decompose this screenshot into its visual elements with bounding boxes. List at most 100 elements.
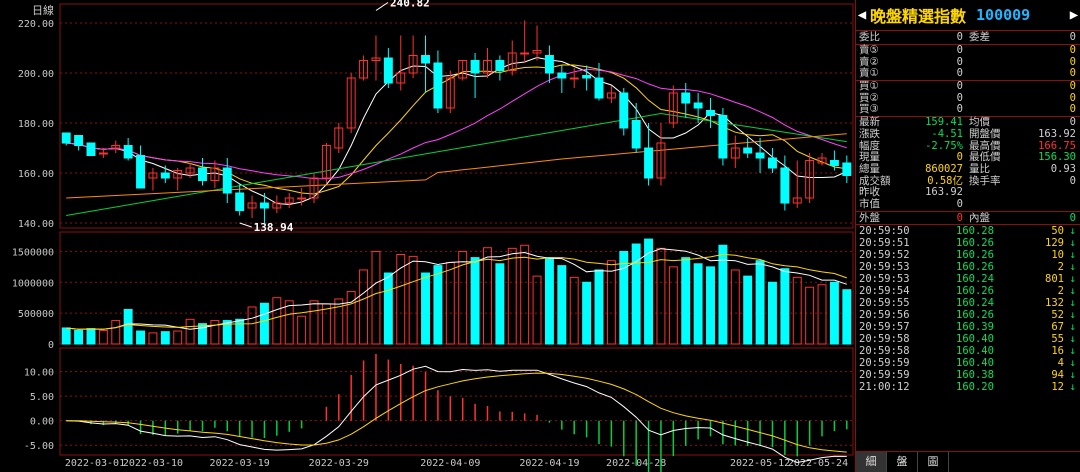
candle-body bbox=[433, 62, 443, 109]
tick-price: 160.38 bbox=[956, 368, 994, 381]
candle-body bbox=[86, 142, 96, 156]
tick-row: 20:59:59 160.38 94 ↓ bbox=[856, 369, 1080, 381]
chart-panel-frame bbox=[59, 347, 854, 456]
date-tick-label: 2022-03-29 bbox=[309, 458, 369, 469]
date-tick-label: 2022-04-19 bbox=[519, 458, 579, 469]
tick-time: 20:59:52 bbox=[859, 248, 910, 261]
tick-row: 20:59:58 160.40 55 ↓ bbox=[856, 333, 1080, 345]
next-arrow-icon[interactable]: ▶ bbox=[1068, 7, 1080, 23]
book-price: 0 bbox=[956, 103, 963, 116]
tick-row: 20:59:57 160.39 67 ↓ bbox=[856, 321, 1080, 333]
down-arrow-icon: ↓ bbox=[1069, 308, 1076, 321]
candle-body bbox=[61, 132, 71, 144]
candle-body bbox=[544, 55, 554, 74]
volume-bar bbox=[755, 260, 765, 345]
order-book: 賣⑤ 0 0 賣② 0 0 賣① 0 0 買① 0 0 買② 0 0 買③ 0 0 bbox=[856, 44, 1080, 116]
tick-volume: 16 bbox=[1051, 344, 1064, 357]
stat-row: 總量 860027 量比 0.93 bbox=[856, 162, 1080, 176]
tick-volume: 4 bbox=[1057, 356, 1064, 369]
tick-row: 20:59:52 160.26 10 ↓ bbox=[856, 249, 1080, 261]
volume-bar bbox=[173, 330, 183, 345]
tick-price: 160.20 bbox=[956, 380, 994, 393]
tick-row: 20:59:59 160.40 4 ↓ bbox=[856, 357, 1080, 369]
tab-chart[interactable]: 圖 bbox=[918, 452, 949, 472]
kline-chart-area[interactable]: 220.00 200.00 180.00 160.00 140.00 日線 1500000 1… bbox=[0, 0, 855, 472]
ma5-line bbox=[66, 56, 848, 206]
volume-bar bbox=[656, 247, 666, 345]
order-book-row: 買③ 0 0 bbox=[856, 104, 1080, 116]
tick-price: 160.26 bbox=[956, 284, 994, 297]
macd-tick-label: -5.00 bbox=[24, 441, 54, 452]
volume-bar bbox=[557, 265, 567, 345]
volume-bar bbox=[421, 272, 430, 345]
tick-time: 20:59:58 bbox=[859, 332, 910, 345]
tick-row: 20:59:51 160.26 129 ↓ bbox=[856, 237, 1080, 249]
candle-body bbox=[706, 110, 715, 116]
volume-bar bbox=[309, 300, 319, 345]
quote-panel: ◀ 晚盤精選指數 100009 ▶ 委比 0 委差 0 賣⑤ 0 0 賣② 0 0 賣① 0 0… bbox=[855, 0, 1080, 472]
stat-value: 860027 bbox=[925, 162, 963, 175]
candle-body bbox=[631, 120, 641, 149]
price-tick-label: 220.00 bbox=[18, 19, 54, 30]
candle-body bbox=[495, 60, 505, 71]
tick-row: 20:59:58 160.40 16 ↓ bbox=[856, 345, 1080, 357]
stat-value: 0 bbox=[1069, 174, 1076, 187]
tick-volume: 52 bbox=[1051, 308, 1064, 321]
down-arrow-icon: ↓ bbox=[1069, 284, 1076, 297]
tick-time: 21:00:12 bbox=[859, 380, 910, 393]
tick-price: 160.40 bbox=[956, 344, 994, 357]
volume-bar bbox=[483, 247, 492, 345]
price-tick-label: 180.00 bbox=[18, 119, 54, 130]
tick-price: 160.40 bbox=[956, 332, 994, 345]
book-volume: 0 bbox=[1069, 103, 1076, 116]
ma30-line bbox=[66, 112, 847, 216]
tick-row: 21:00:12 160.20 12 ↓ bbox=[856, 381, 1080, 393]
candle-body bbox=[198, 167, 207, 181]
tick-price: 160.26 bbox=[956, 308, 994, 321]
tick-time: 20:59:53 bbox=[859, 260, 910, 273]
volume-bar bbox=[136, 330, 146, 345]
index-code: 100009 bbox=[976, 6, 1031, 24]
order-book-row: 買① 0 0 bbox=[856, 80, 1080, 93]
tab-book[interactable]: 盤 bbox=[887, 452, 918, 472]
index-title: 晚盤精選指數 bbox=[870, 7, 967, 26]
tick-volume: 129 bbox=[1045, 236, 1064, 249]
candle-body bbox=[718, 115, 728, 159]
volume-bar bbox=[681, 257, 691, 345]
candle-body bbox=[297, 197, 307, 200]
price-tick-label: 140.00 bbox=[18, 219, 54, 230]
tick-list[interactable]: 20:59:50 160.28 50 ↓ 20:59:51 160.26 129 ↓ 20:59… bbox=[856, 223, 1080, 393]
tick-volume: 50 bbox=[1051, 224, 1064, 237]
tick-time: 20:59:58 bbox=[859, 344, 910, 357]
stat-label: 開盤價 bbox=[969, 127, 1001, 140]
macd-tick-label: 5.00 bbox=[30, 392, 54, 403]
volume-bar bbox=[495, 263, 505, 345]
tick-time: 20:59:50 bbox=[859, 224, 910, 237]
volume-bar bbox=[606, 260, 616, 345]
volume-bar bbox=[520, 244, 530, 345]
volume-tick-label: 500000 bbox=[18, 309, 54, 320]
tab-detail[interactable]: 細 bbox=[856, 452, 887, 472]
volume-tick-label: 1500000 bbox=[12, 247, 54, 258]
volume-bar bbox=[805, 286, 815, 345]
down-arrow-icon: ↓ bbox=[1069, 368, 1076, 381]
min-pointer bbox=[239, 222, 252, 228]
candle-body bbox=[557, 72, 567, 79]
book-volume: 0 bbox=[1069, 67, 1076, 80]
price-tick-label: 200.00 bbox=[18, 69, 54, 80]
macd-tick-label: 10.00 bbox=[24, 368, 54, 379]
date-tick-label: 2022-03-01 bbox=[65, 458, 125, 469]
kline-chart[interactable]: 220.00 200.00 180.00 160.00 140.00 日線 1500000 1… bbox=[0, 0, 855, 472]
tick-price: 160.26 bbox=[956, 260, 994, 273]
stat-value: 163.92 bbox=[1038, 127, 1076, 140]
volume-tick-label: 1000000 bbox=[12, 278, 54, 289]
tick-row: 20:59:54 160.26 2 ↓ bbox=[856, 285, 1080, 297]
stat-value: -4.51 bbox=[931, 127, 963, 140]
tick-row: 20:59:50 160.28 50 ↓ bbox=[856, 225, 1080, 237]
macd-dea-line bbox=[66, 372, 847, 453]
tick-volume: 55 bbox=[1051, 332, 1064, 345]
book-price: 0 bbox=[956, 80, 963, 93]
order-book-row: 買② 0 0 bbox=[856, 92, 1080, 105]
volume-bar bbox=[408, 255, 418, 345]
prev-arrow-icon[interactable]: ◀ bbox=[856, 7, 868, 23]
